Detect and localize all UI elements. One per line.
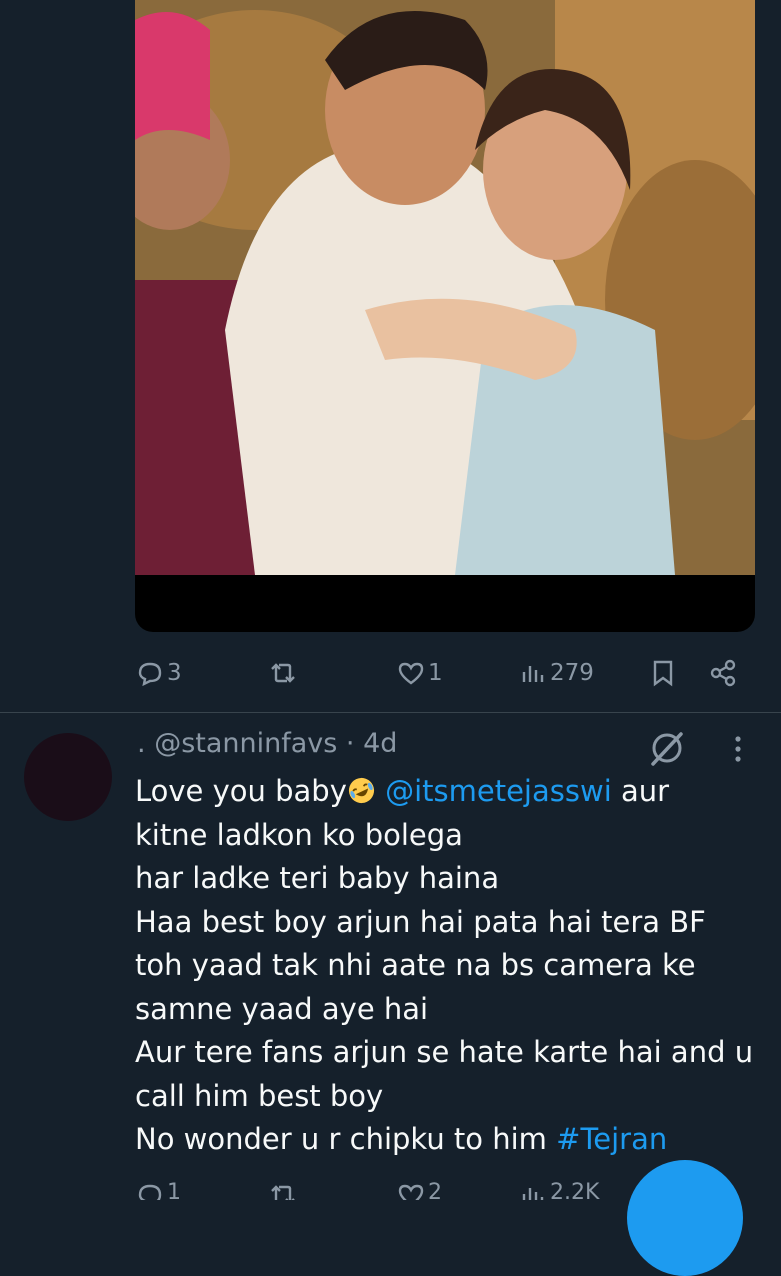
reply-count: 3 bbox=[167, 659, 182, 686]
like-button[interactable]: 2 bbox=[396, 1180, 442, 1200]
reply-count: 1 bbox=[167, 1180, 181, 1200]
tweet-line: har ladke teri baby haina bbox=[135, 861, 500, 895]
heart-icon bbox=[398, 662, 424, 684]
grok-icon[interactable] bbox=[647, 728, 687, 768]
views-count: 2.2K bbox=[550, 1180, 600, 1200]
handle[interactable]: @stanninfavs bbox=[154, 728, 337, 759]
views-count: 279 bbox=[550, 659, 594, 686]
tweet-photo[interactable] bbox=[135, 0, 755, 575]
heart-icon bbox=[398, 1184, 424, 1200]
tweet-text: Love you baby @itsmetejasswi aur kitne l… bbox=[135, 770, 765, 1162]
reply-button[interactable]: 1 bbox=[135, 1180, 181, 1200]
views-icon bbox=[522, 1188, 544, 1200]
reply-button[interactable]: 3 bbox=[135, 645, 182, 700]
tweet-line: Aur tere fans arjun se hate karte hai an… bbox=[135, 1035, 754, 1069]
repost-icon bbox=[271, 1185, 295, 1200]
tweet-line: Love you baby @itsmetejasswi aur bbox=[135, 774, 670, 808]
tweet-line: samne yaad aye hai bbox=[135, 991, 429, 1026]
timestamp[interactable]: 4d bbox=[363, 728, 397, 759]
divider bbox=[0, 712, 781, 713]
tweet-line: call him best boy bbox=[135, 1078, 384, 1113]
repost-icon bbox=[271, 662, 295, 683]
like-count: 2 bbox=[428, 1180, 442, 1200]
post-action-bar: 3 1 279 bbox=[0, 645, 781, 700]
views-button[interactable]: 279 bbox=[518, 645, 594, 700]
reply-meta: . @stanninfavs · 4d bbox=[137, 728, 397, 759]
avatar[interactable] bbox=[24, 733, 112, 821]
tweet-media[interactable] bbox=[135, 0, 755, 632]
bookmark-icon bbox=[653, 660, 673, 686]
reply-icon bbox=[138, 662, 162, 686]
mention-link[interactable]: @itsmetejasswi bbox=[385, 774, 612, 808]
time-separator: · bbox=[345, 728, 355, 759]
repost-button[interactable] bbox=[268, 1180, 300, 1200]
tweet-line: Haa best boy arjun hai pata hai tera BF bbox=[135, 904, 706, 939]
views-button[interactable]: 2.2K bbox=[518, 1180, 599, 1200]
like-button[interactable]: 1 bbox=[396, 645, 443, 700]
share-button[interactable] bbox=[708, 645, 738, 700]
tweet-line: toh yaad tak nhi aate na bs camera ke bbox=[135, 948, 696, 982]
bookmark-button[interactable] bbox=[648, 645, 678, 700]
display-name[interactable]: . bbox=[137, 728, 146, 759]
tweet-line: kitne ladkon ko bolega bbox=[135, 817, 463, 852]
hashtag-link[interactable]: #Tejran bbox=[556, 1122, 667, 1156]
reply-icon bbox=[138, 1184, 162, 1200]
repost-button[interactable] bbox=[268, 645, 300, 700]
tweet-line: No wonder u r chipku to him #Tejran bbox=[135, 1122, 668, 1156]
compose-fab-button[interactable] bbox=[627, 1160, 743, 1276]
share-icon bbox=[710, 659, 736, 686]
like-count: 1 bbox=[428, 659, 443, 686]
views-icon bbox=[522, 665, 544, 682]
more-options-icon[interactable] bbox=[726, 733, 750, 765]
rolling-laughing-emoji-icon bbox=[348, 777, 374, 804]
